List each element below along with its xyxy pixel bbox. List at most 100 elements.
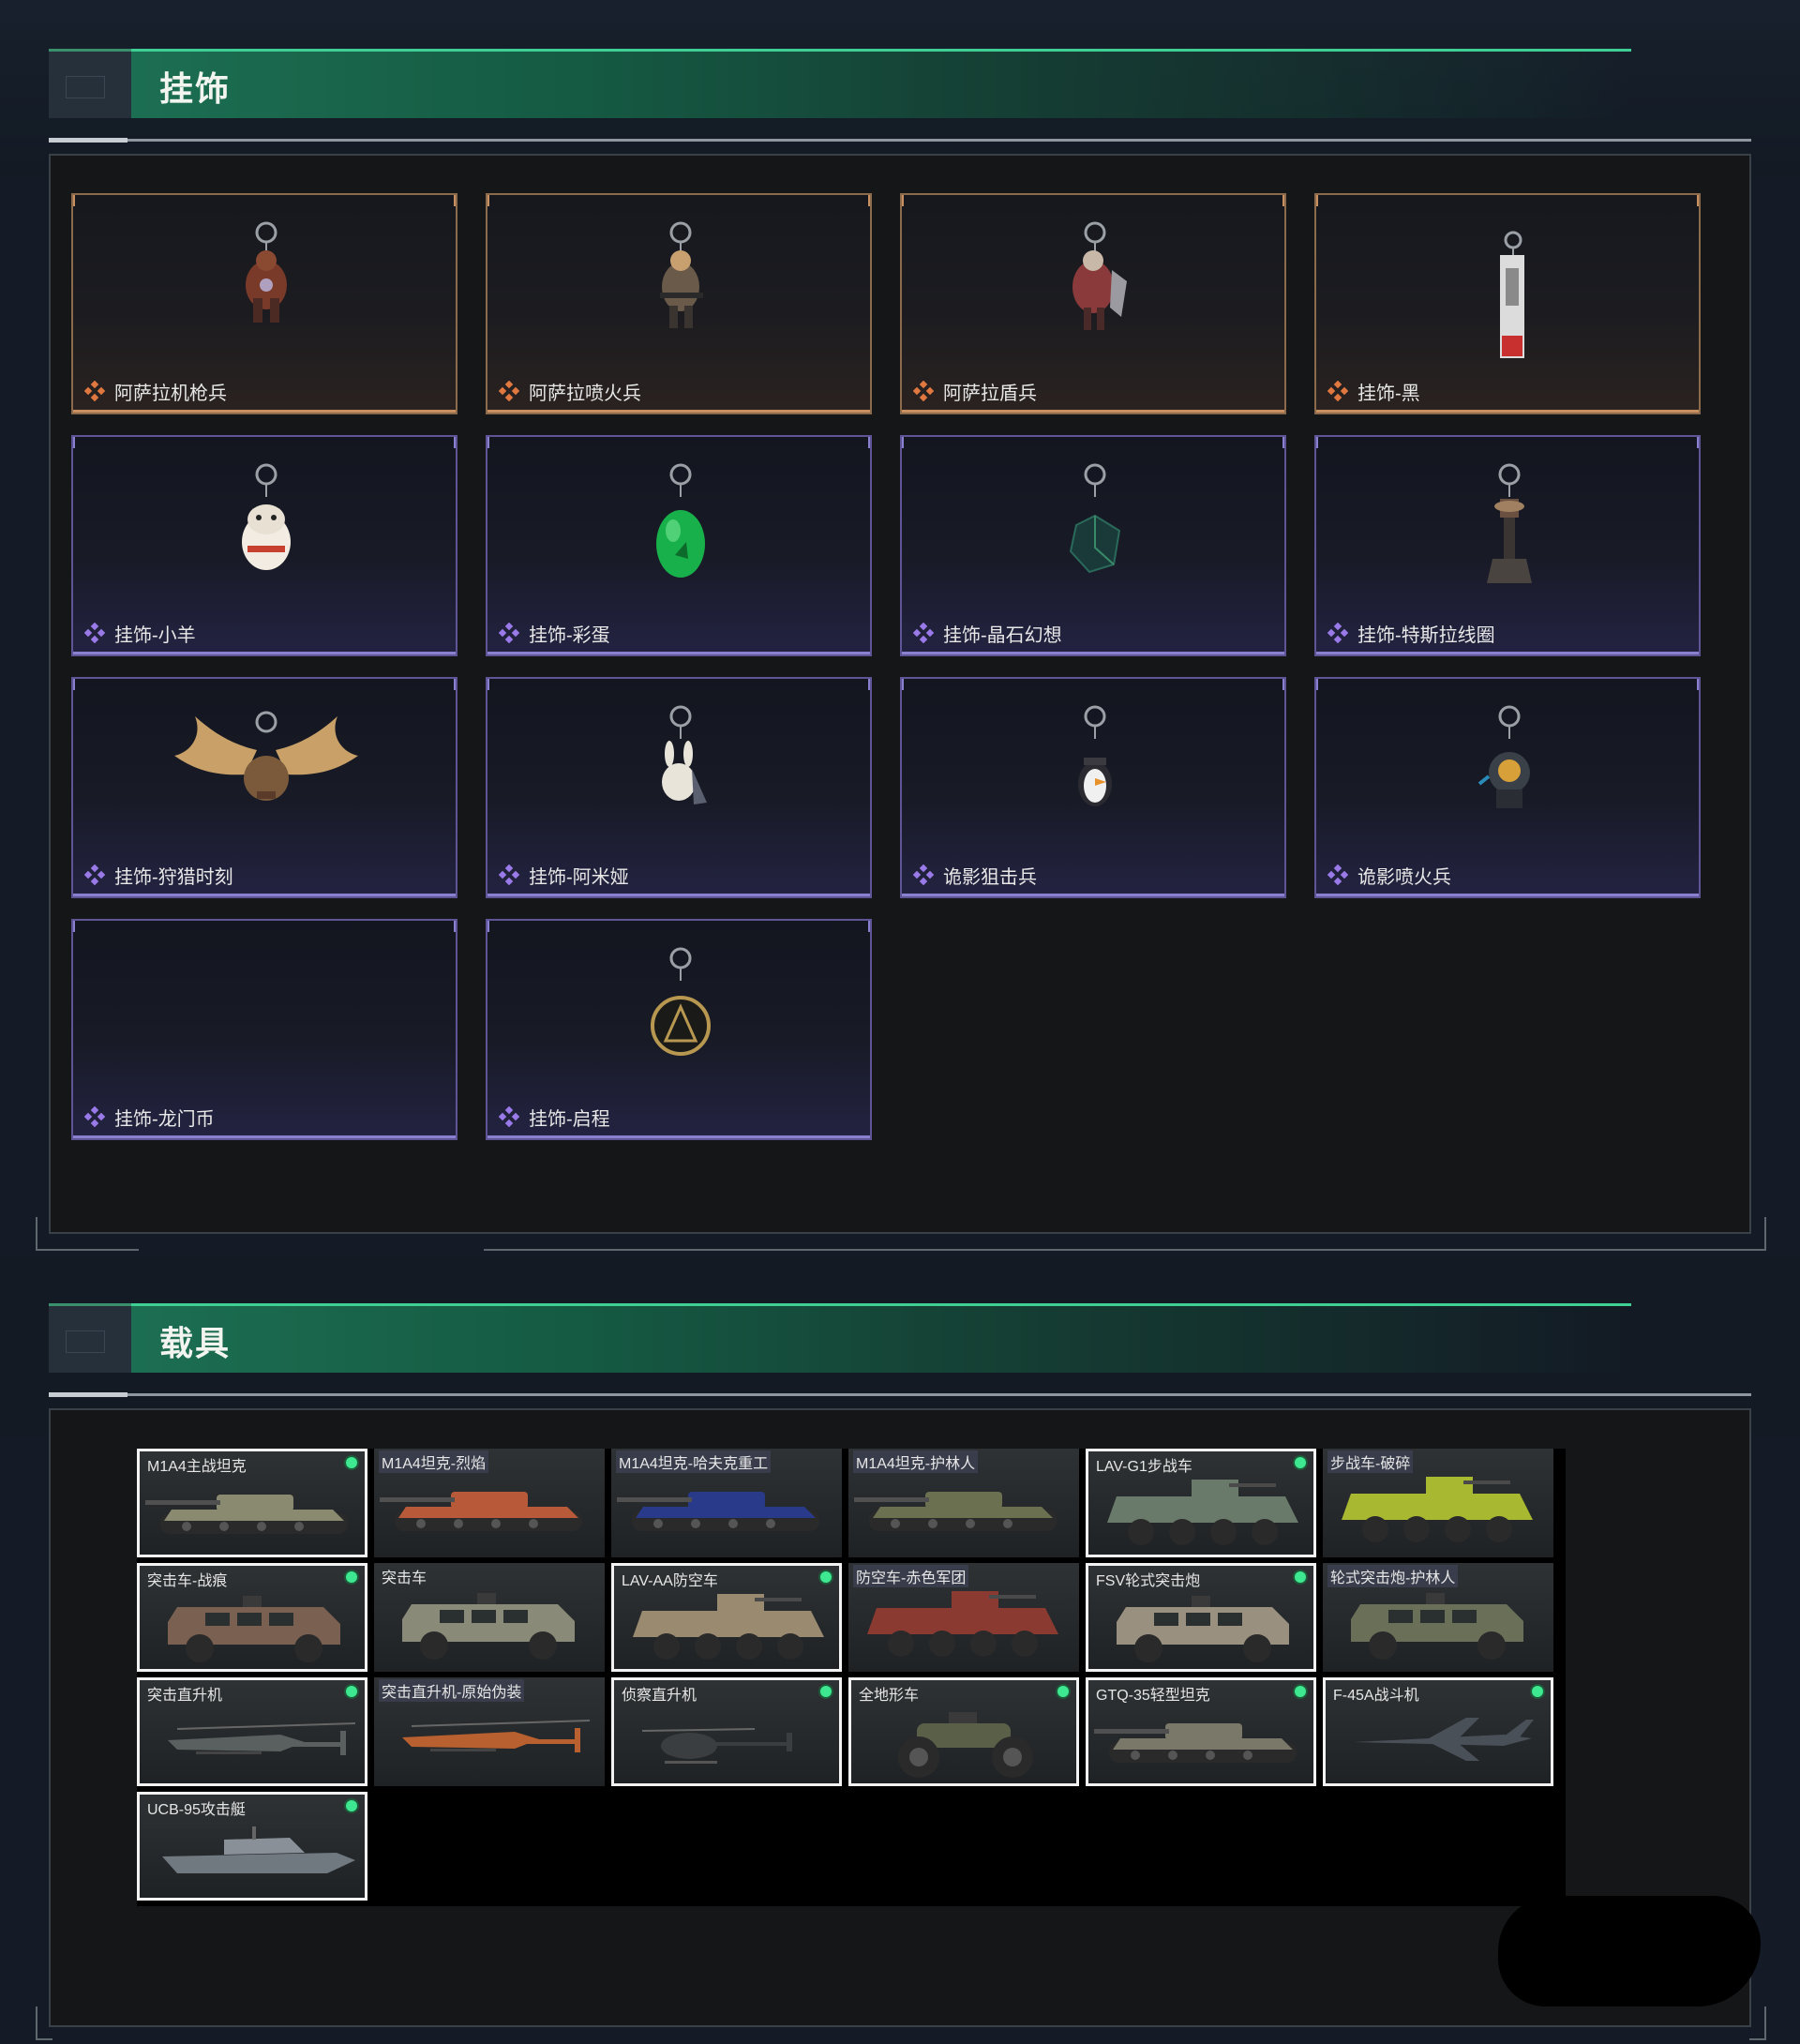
- pendant-card-label: 挂饰-启程: [529, 1109, 610, 1130]
- vehicle-card[interactable]: UCB-95攻击艇: [137, 1792, 368, 1901]
- vehicle-card-label: 突击车: [382, 1571, 428, 1586]
- owned-indicator-icon: [346, 1457, 357, 1468]
- card-bottom-line: [488, 652, 870, 654]
- vehicle-card[interactable]: 侦察直升机: [611, 1677, 842, 1786]
- pendant-card-label: 阿萨拉喷火兵: [529, 383, 641, 404]
- pendant-card[interactable]: 挂饰-黑: [1314, 193, 1701, 414]
- card-bottom-line: [73, 652, 456, 654]
- medal-charm-icon: [651, 947, 711, 1056]
- pendant-card[interactable]: 挂饰-启程: [486, 919, 872, 1140]
- diver-charm-icon: [1478, 705, 1530, 808]
- owned-indicator-icon: [1532, 1686, 1543, 1697]
- pendant-card[interactable]: 挂饰-晶石幻想: [900, 435, 1286, 656]
- pendant-card-label: 挂饰-狩猎时刻: [114, 867, 233, 888]
- rarity-icon: [84, 1106, 105, 1127]
- antler-charm-icon: [174, 711, 358, 801]
- header-notch: [49, 49, 131, 118]
- pendant-card[interactable]: 阿萨拉盾兵: [900, 193, 1286, 414]
- vehicle-card[interactable]: LAV-G1步战车: [1086, 1449, 1316, 1557]
- pendant-card[interactable]: 阿萨拉机枪兵: [71, 193, 458, 414]
- pendant-card-label: 挂饰-龙门币: [114, 1109, 215, 1130]
- vehicle-card[interactable]: LAV-AA防空车: [611, 1563, 842, 1672]
- vehicle-card[interactable]: 突击直升机: [137, 1677, 368, 1786]
- rarity-icon: [499, 623, 519, 643]
- owned-indicator-icon: [1295, 1571, 1306, 1583]
- pendant-card[interactable]: 挂饰-狩猎时刻: [71, 677, 458, 898]
- tag-charm-icon: [1500, 231, 1524, 358]
- vehicle-grid: M1A4主战坦克 M1A4坦克-烈焰 M1A4坦克-哈夫克重工 M1A4坦克-护…: [137, 1449, 1566, 1906]
- pendant-card[interactable]: 阿萨拉喷火兵: [486, 193, 872, 414]
- pendant-card[interactable]: 诡影喷火兵: [1314, 677, 1701, 898]
- vehicle-card-label: 突击直升机-原始伪装: [379, 1679, 525, 1702]
- header-bar: [131, 1303, 1631, 1373]
- vehicle-card-label: 防空车-赤色军团: [853, 1565, 969, 1587]
- vehicle-card[interactable]: M1A4主战坦克: [137, 1449, 368, 1557]
- vehicle-card-label: 侦察直升机: [622, 1688, 698, 1704]
- pendant-card[interactable]: 诡影狙击兵: [900, 677, 1286, 898]
- shield-soldier-figurine-icon: [1072, 221, 1127, 330]
- vehicle-card[interactable]: M1A4坦克-哈夫克重工: [611, 1449, 842, 1557]
- rarity-icon: [84, 864, 105, 885]
- owned-indicator-icon: [1295, 1686, 1306, 1697]
- pendant-card[interactable]: 挂饰-小羊: [71, 435, 458, 656]
- vehicle-card[interactable]: 突击直升机-原始伪装: [374, 1677, 605, 1786]
- card-bottom-line: [73, 1135, 456, 1138]
- pendant-card[interactable]: 挂饰-特斯拉线圈: [1314, 435, 1701, 656]
- pendant-card-label: 挂饰-晶石幻想: [943, 625, 1062, 646]
- card-bottom-line: [488, 1135, 870, 1138]
- vehicle-card[interactable]: 全地形车: [848, 1677, 1079, 1786]
- pendant-card[interactable]: 挂饰-阿米娅: [486, 677, 872, 898]
- card-bottom-line: [488, 894, 870, 896]
- vehicle-card[interactable]: F-45A战斗机: [1323, 1677, 1553, 1786]
- tesla-coil-charm-icon: [1487, 463, 1532, 583]
- owned-indicator-icon: [346, 1686, 357, 1697]
- owned-indicator-icon: [820, 1571, 832, 1583]
- panel-baseline-left: [36, 1249, 139, 1251]
- pendant-card-label: 挂饰-彩蛋: [529, 625, 610, 646]
- pendant-card-label: 挂饰-特斯拉线圈: [1358, 625, 1495, 646]
- vehicle-card[interactable]: 防空车-赤色军团: [848, 1563, 1079, 1672]
- vehicle-card-label: M1A4坦克-烈焰: [379, 1450, 489, 1473]
- vehicle-card[interactable]: 轮式突击炮-护林人: [1323, 1563, 1553, 1672]
- vehicle-card-label: F-45A战斗机: [1333, 1688, 1419, 1704]
- pendant-section-header: 挂饰: [49, 49, 1751, 143]
- rarity-icon: [913, 381, 934, 401]
- pendant-card[interactable]: 挂饰-彩蛋: [486, 435, 872, 656]
- pendant-card-label: 阿萨拉盾兵: [943, 383, 1037, 404]
- pendant-card-label: 挂饰-小羊: [114, 625, 196, 646]
- rarity-icon: [84, 623, 105, 643]
- vehicle-card[interactable]: GTQ-35轻型坦克: [1086, 1677, 1316, 1786]
- card-bottom-line: [73, 894, 456, 896]
- vehicle-card-label: 全地形车: [859, 1688, 920, 1704]
- card-bottom-line: [902, 894, 1284, 896]
- vehicle-section-header: 载具: [49, 1303, 1751, 1397]
- vehicle-section-title: 载具: [159, 1324, 232, 1362]
- rarity-icon: [1328, 381, 1348, 401]
- header-underline: [49, 138, 1751, 143]
- panel-baseline-right: [484, 1249, 1764, 1251]
- card-bottom-line: [902, 652, 1284, 654]
- vehicle-card[interactable]: M1A4坦克-护林人: [848, 1449, 1079, 1557]
- vehicle-card[interactable]: 突击车: [374, 1563, 605, 1672]
- header-notch: [49, 1303, 131, 1373]
- card-bottom-line: [1316, 894, 1699, 896]
- vehicle-card[interactable]: 步战车-破碎: [1323, 1449, 1553, 1557]
- vehicle-card-label: M1A4坦克-护林人: [853, 1450, 979, 1473]
- green-egg-charm-icon: [656, 463, 705, 578]
- empty-charm-icon: [73, 921, 458, 1099]
- pendant-card[interactable]: 挂饰-龙门币: [71, 919, 458, 1140]
- pendant-card-label: 诡影狙击兵: [943, 867, 1037, 888]
- rarity-icon: [499, 381, 519, 401]
- panel-corner-right: [1749, 2006, 1766, 2040]
- card-bottom-line: [1316, 652, 1699, 654]
- vehicle-card-label: GTQ-35轻型坦克: [1096, 1688, 1210, 1704]
- vehicle-card-label: LAV-G1步战车: [1096, 1459, 1192, 1475]
- rarity-icon: [1328, 623, 1348, 643]
- pendant-card-label: 挂饰-黑: [1358, 383, 1420, 404]
- vehicle-card[interactable]: M1A4坦克-烈焰: [374, 1449, 605, 1557]
- pendant-card-label: 诡影喷火兵: [1358, 867, 1451, 888]
- vehicle-card[interactable]: FSV轮式突击炮: [1086, 1563, 1316, 1672]
- red-soldier-figurine-icon: [246, 221, 287, 323]
- vehicle-card[interactable]: 突击车-战痕: [137, 1563, 368, 1672]
- vehicle-card-label: M1A4主战坦克: [147, 1459, 247, 1475]
